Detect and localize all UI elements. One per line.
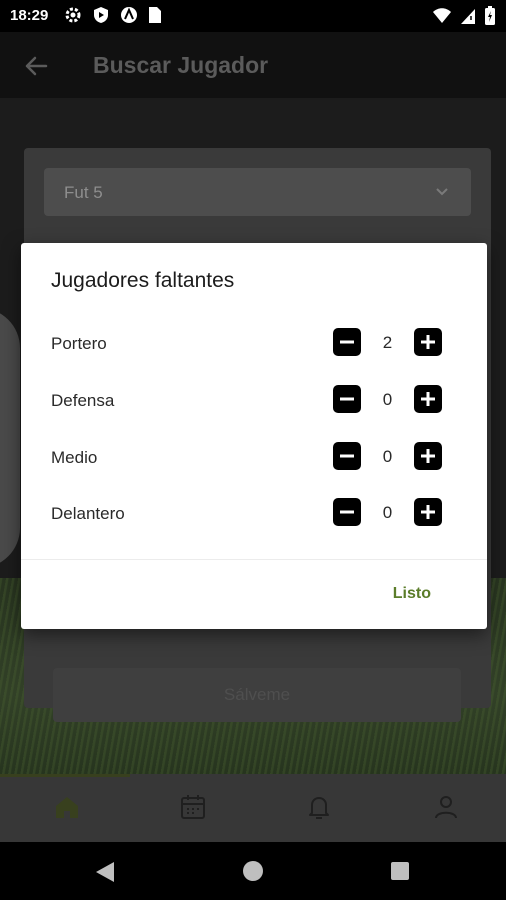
done-button[interactable]: Listo — [393, 585, 431, 603]
plus-icon — [421, 392, 435, 406]
position-label: Delantero — [51, 504, 125, 523]
increment-button[interactable] — [414, 328, 442, 356]
increment-button[interactable] — [414, 498, 442, 526]
minus-icon — [340, 454, 354, 458]
plus-icon — [421, 505, 435, 519]
quantity-stepper: 0 — [333, 442, 442, 472]
increment-button[interactable] — [414, 385, 442, 413]
count-value: 0 — [382, 390, 393, 409]
position-label: Medio — [51, 448, 98, 467]
active-tab-indicator — [0, 774, 130, 777]
back-triangle-icon[interactable] — [94, 860, 116, 884]
quantity-stepper: 2 — [333, 328, 442, 358]
decrement-button[interactable] — [333, 442, 361, 470]
settings-icon — [65, 7, 81, 23]
wifi-icon — [433, 8, 451, 23]
dialog-title: Jugadores faltantes — [51, 269, 235, 292]
count-value: 0 — [382, 503, 393, 522]
signal-icon — [461, 9, 475, 24]
position-row-defensa: Defensa 0 — [51, 383, 467, 417]
plus-icon — [421, 449, 435, 463]
bell-icon[interactable] — [304, 792, 334, 822]
quantity-stepper: 0 — [333, 498, 442, 528]
system-navigation-bar — [0, 842, 506, 900]
decrement-button[interactable] — [333, 328, 361, 356]
submit-button-label: Sálveme — [223, 685, 291, 704]
calendar-icon[interactable] — [178, 792, 208, 822]
position-label: Portero — [51, 334, 107, 353]
plus-icon — [421, 335, 435, 349]
arrow-left-icon[interactable] — [22, 52, 50, 80]
battery-icon — [485, 6, 495, 25]
home-icon[interactable] — [52, 792, 82, 822]
quantity-stepper: 0 — [333, 385, 442, 415]
person-icon[interactable] — [431, 792, 461, 822]
status-icons-left — [64, 6, 162, 24]
count-value: 0 — [382, 447, 393, 466]
submit-button[interactable]: Sálveme — [53, 668, 461, 722]
sport-type-value: Fut 5 — [64, 183, 103, 202]
position-label: Defensa — [51, 391, 115, 410]
decrement-button[interactable] — [333, 498, 361, 526]
status-bar: 18:29 — [0, 0, 506, 32]
chevron-down-icon — [436, 188, 448, 196]
position-row-delantero: Delantero 0 — [51, 496, 467, 530]
minus-icon — [340, 340, 354, 344]
recents-square-icon[interactable] — [390, 861, 410, 881]
decrement-button[interactable] — [333, 385, 361, 413]
status-time: 18:29 — [10, 7, 49, 24]
vpn-icon — [121, 7, 137, 23]
dialog-divider — [21, 559, 487, 560]
missing-players-dialog: Jugadores faltantes Portero 2 Defensa 0 … — [21, 243, 487, 629]
count-value: 2 — [382, 333, 393, 352]
minus-icon — [340, 397, 354, 401]
soccer-ball-image — [0, 308, 20, 568]
shield-icon — [94, 7, 108, 23]
minus-icon — [340, 510, 354, 514]
page-title: Buscar Jugador — [93, 52, 269, 78]
status-icons-right — [432, 6, 496, 26]
position-row-portero: Portero 2 — [51, 326, 467, 360]
increment-button[interactable] — [414, 442, 442, 470]
bottom-navigation — [0, 774, 506, 842]
position-row-medio: Medio 0 — [51, 440, 467, 474]
app-bar: Buscar Jugador — [0, 32, 506, 98]
home-circle-icon[interactable] — [240, 858, 266, 884]
sim-card-icon — [149, 7, 161, 23]
sport-type-select[interactable]: Fut 5 — [44, 168, 471, 216]
